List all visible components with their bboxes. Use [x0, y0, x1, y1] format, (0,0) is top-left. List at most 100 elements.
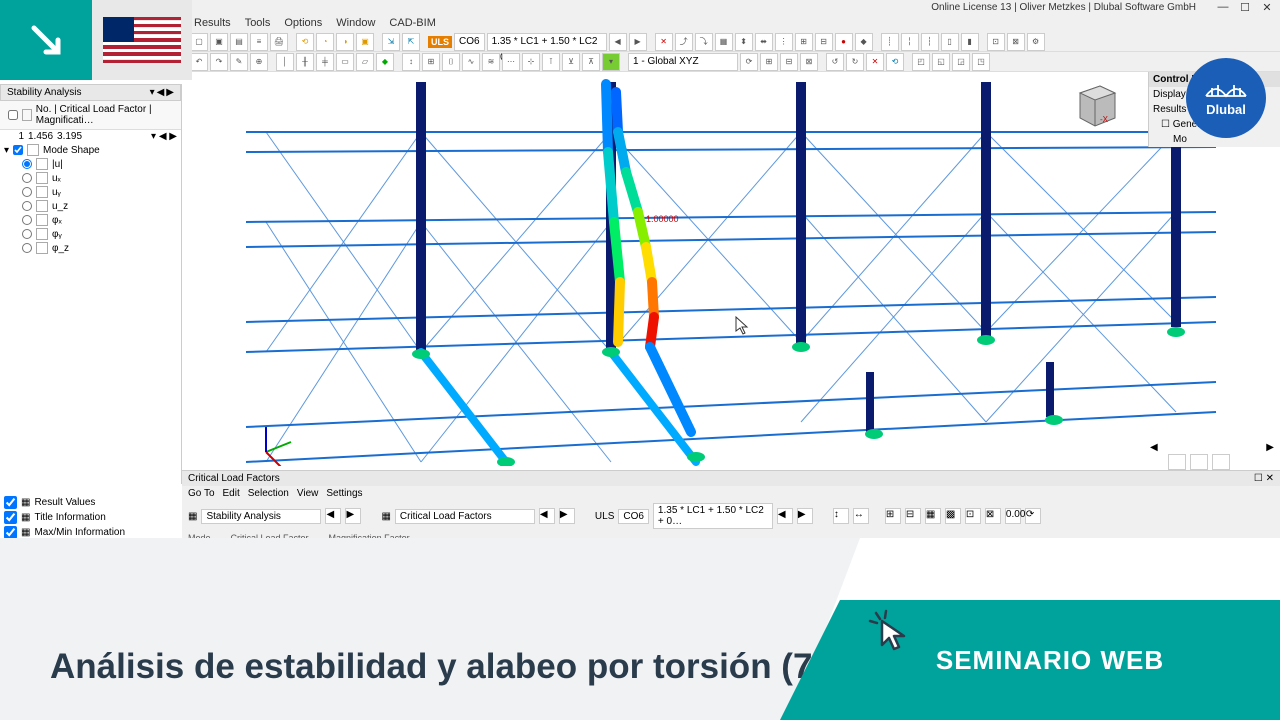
tool-btn[interactable]: ◔: [316, 33, 334, 51]
tool-btn[interactable]: ⊡: [987, 33, 1005, 51]
cb-title-info[interactable]: [4, 511, 17, 524]
tool-btn[interactable]: 🖨: [270, 33, 288, 51]
tool-btn[interactable]: ⊞: [885, 508, 901, 524]
collapse-icon[interactable]: ▾: [4, 145, 9, 156]
tool-btn[interactable]: ⊠: [1007, 33, 1025, 51]
tool-btn[interactable]: ↔: [853, 508, 869, 524]
tool-btn[interactable]: ◳: [972, 53, 990, 71]
tool-btn[interactable]: ⋮: [775, 33, 793, 51]
tree-checkbox[interactable]: [8, 110, 18, 120]
next-button[interactable]: ▶: [559, 508, 575, 524]
menu-tools[interactable]: Tools: [241, 17, 275, 29]
opt-radio[interactable]: [22, 187, 32, 197]
menu-cadbim[interactable]: CAD-BIM: [385, 17, 439, 29]
tool-btn[interactable]: ╪: [316, 53, 334, 71]
menu-results[interactable]: Results: [190, 17, 235, 29]
tool-btn[interactable]: ↕: [833, 508, 849, 524]
tree-data-row[interactable]: 1 1.456 3.195 ▾ ◀ ▶: [0, 130, 181, 143]
tool-btn[interactable]: ≋: [482, 53, 500, 71]
tool-btn[interactable]: ▣: [210, 33, 228, 51]
view-cube[interactable]: -X: [1070, 78, 1120, 128]
panel-dd-icon[interactable]: ▾: [150, 87, 155, 98]
tool-btn[interactable]: ↺: [826, 53, 844, 71]
bm-selection[interactable]: Selection: [248, 488, 289, 499]
tool-btn[interactable]: ⟲: [886, 53, 904, 71]
tool-btn[interactable]: ⊟: [905, 508, 921, 524]
tool-btn[interactable]: ▣: [356, 33, 374, 51]
tool-btn[interactable]: ⊞: [422, 53, 440, 71]
view-btn[interactable]: [1212, 454, 1230, 470]
maximize-button[interactable]: ☐: [1236, 1, 1254, 13]
row-dd-icon[interactable]: ▾ ◀ ▶: [151, 131, 177, 142]
tree-opt[interactable]: u_z: [0, 199, 181, 213]
tool-btn[interactable]: ⋯: [502, 53, 520, 71]
view-btn[interactable]: [1190, 454, 1208, 470]
combo-coord[interactable]: 1 - Global XYZ: [628, 53, 738, 71]
next-button[interactable]: ▶: [797, 508, 813, 524]
tool-btn[interactable]: ≡: [250, 33, 268, 51]
tree-opt[interactable]: φₓ: [0, 213, 181, 227]
minimize-button[interactable]: —: [1214, 1, 1232, 13]
tool-btn[interactable]: ⬍: [735, 33, 753, 51]
tool-btn[interactable]: │: [276, 53, 294, 71]
tool-btn[interactable]: ↕: [402, 53, 420, 71]
tool-btn[interactable]: ⤴: [675, 33, 693, 51]
tool-btn[interactable]: ◆: [376, 53, 394, 71]
scroll-left-icon[interactable]: ◀: [1150, 442, 1158, 456]
tool-btn[interactable]: ⊟: [780, 53, 798, 71]
tool-btn[interactable]: 0.00: [1005, 508, 1021, 524]
tool-btn[interactable]: ⟳: [1025, 508, 1041, 524]
next-button[interactable]: ▶: [629, 33, 647, 51]
tool-btn[interactable]: ⊻: [562, 53, 580, 71]
tool-btn[interactable]: ⌷: [442, 53, 460, 71]
opt-radio[interactable]: [22, 159, 32, 169]
tool-btn[interactable]: ⊠: [985, 508, 1001, 524]
tool-btn[interactable]: ▩: [945, 508, 961, 524]
tool-btn[interactable]: ↻: [846, 53, 864, 71]
tool-btn[interactable]: ▢: [190, 33, 208, 51]
tree-opt[interactable]: φᵧ: [0, 227, 181, 241]
combo-co[interactable]: CO6: [454, 33, 485, 51]
close-button[interactable]: ✕: [1258, 1, 1276, 13]
tool-btn[interactable]: ▮: [961, 33, 979, 51]
tool-btn[interactable]: ⊹: [522, 53, 540, 71]
panel-prev-icon[interactable]: ◀: [157, 87, 165, 98]
menu-window[interactable]: Window: [332, 17, 379, 29]
bm-goto[interactable]: Go To: [188, 488, 215, 499]
tool-btn[interactable]: ✕: [866, 53, 884, 71]
tool-btn[interactable]: ⊠: [800, 53, 818, 71]
tool-btn[interactable]: ⊺: [542, 53, 560, 71]
tool-btn[interactable]: ∿: [462, 53, 480, 71]
bm-settings[interactable]: Settings: [326, 488, 362, 499]
combo-co[interactable]: CO6: [618, 509, 649, 524]
tree-opt[interactable]: uₓ: [0, 171, 181, 185]
opt-radio[interactable]: [22, 229, 32, 239]
prev-button[interactable]: ◀: [539, 508, 555, 524]
panel-max-icon[interactable]: ☐: [1254, 473, 1263, 484]
tool-btn[interactable]: ◆: [855, 33, 873, 51]
opt-radio[interactable]: [22, 243, 32, 253]
tool-btn[interactable]: ┊: [881, 33, 899, 51]
tool-btn[interactable]: ⬌: [755, 33, 773, 51]
tool-btn[interactable]: ⟳: [740, 53, 758, 71]
cb-result-values[interactable]: [4, 496, 17, 509]
tool-btn[interactable]: ⊟: [815, 33, 833, 51]
tool-btn[interactable]: ▾: [602, 53, 620, 71]
tool-btn[interactable]: ⊞: [795, 33, 813, 51]
tree-checkbox[interactable]: [13, 145, 23, 155]
tool-btn[interactable]: ✎: [230, 53, 248, 71]
tool-btn[interactable]: ◱: [932, 53, 950, 71]
tree-mode-shape[interactable]: ▾ Mode Shape: [0, 143, 181, 157]
tool-btn[interactable]: ⊡: [965, 508, 981, 524]
tree-opt[interactable]: |u|: [0, 157, 181, 171]
tool-btn[interactable]: ⊼: [582, 53, 600, 71]
panel-close-icon[interactable]: ✕: [1266, 473, 1274, 484]
bm-edit[interactable]: Edit: [223, 488, 240, 499]
tool-btn[interactable]: ◲: [952, 53, 970, 71]
tool-btn[interactable]: ✕: [655, 33, 673, 51]
tool-btn[interactable]: ⊕: [250, 53, 268, 71]
tool-btn[interactable]: ⇱: [402, 33, 420, 51]
tool-btn[interactable]: ╫: [296, 53, 314, 71]
tool-btn[interactable]: ⚙: [1027, 33, 1045, 51]
tool-btn[interactable]: ┆: [921, 33, 939, 51]
